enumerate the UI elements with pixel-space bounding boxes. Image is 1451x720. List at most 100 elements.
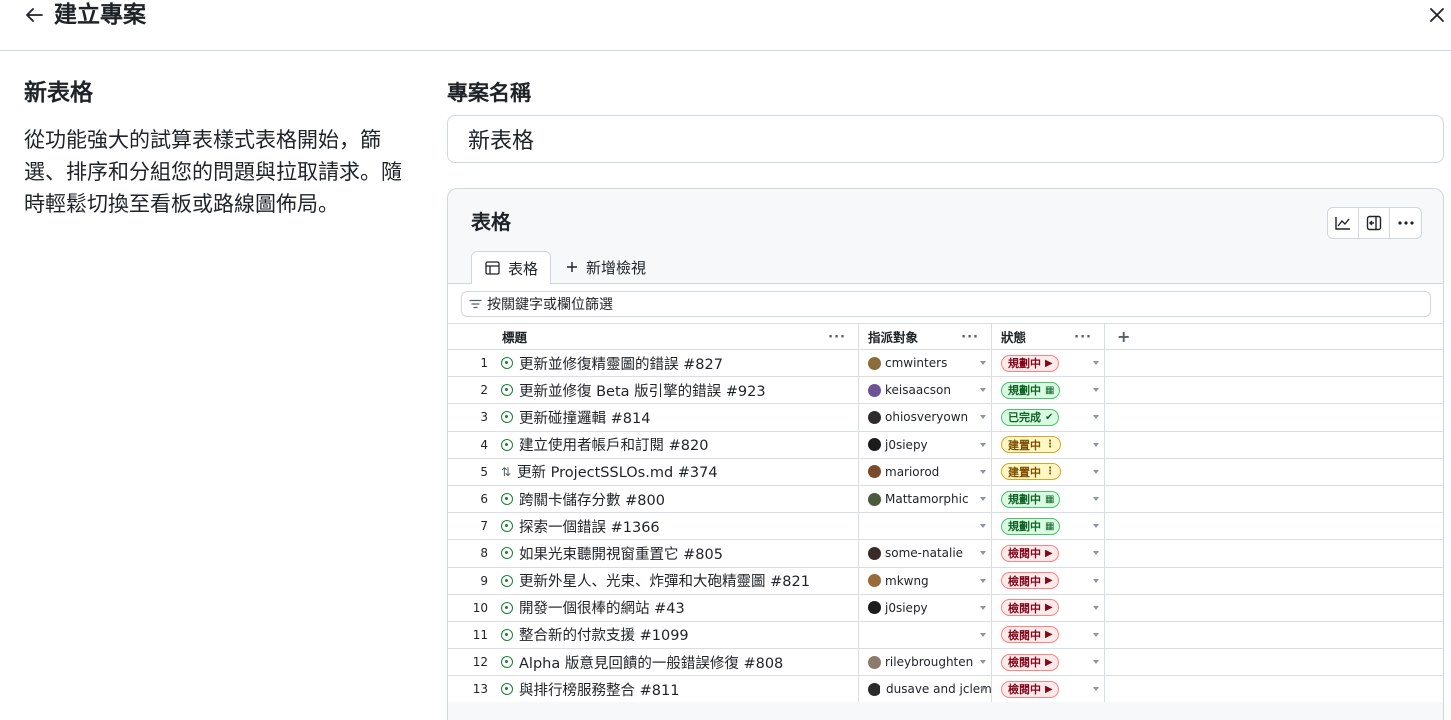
row-assignee-cell[interactable]: cmwinters	[859, 350, 992, 377]
chevron-down-icon[interactable]	[1093, 442, 1099, 447]
table-row[interactable]: 3 更新碰撞邏輯 #814 ohiosveryown 已完成 ✔	[448, 403, 1443, 431]
table-row[interactable]: 9 更新外星人、光束、炸彈和大砲精靈圖 #821 mkwng 檢閱中 ▶	[448, 566, 1443, 594]
chevron-down-icon[interactable]	[1093, 496, 1099, 501]
table-row[interactable]: 4 建立使用者帳戶和訂閱 #820 j0siepy 建置中 ⋮	[448, 430, 1443, 458]
column-title-menu-icon[interactable]: ···	[828, 330, 846, 345]
chevron-down-icon[interactable]	[980, 469, 986, 474]
row-title-cell[interactable]: 更新並修復精靈圖的錯誤 #827	[495, 350, 859, 377]
row-assignee-cell[interactable]: dusave and jclem	[859, 676, 992, 703]
chevron-down-icon[interactable]	[980, 524, 986, 529]
row-assignee-cell[interactable]: mariorod	[859, 458, 992, 485]
chevron-down-icon[interactable]	[1093, 632, 1099, 637]
row-title-cell[interactable]: 整合新的付款支援 #1099	[495, 621, 859, 649]
row-status-cell[interactable]: 檢閱中 ▶	[992, 676, 1105, 703]
row-status-cell[interactable]: 規劃中 ▦	[992, 377, 1105, 404]
avatar	[868, 546, 881, 560]
row-title-cell[interactable]: 更新並修復 Beta 版引擎的錯誤 #923	[495, 377, 859, 404]
table-row[interactable]: 5 ⇅ 更新 ProjectSSLOs.md #374 mariorod 建置中 ⋮	[448, 457, 1443, 485]
column-assignee-menu-icon[interactable]: ···	[961, 330, 979, 345]
table-row[interactable]: 6 跨關卡儲存分數 #800 Mattamorphic 規劃中 ▦	[448, 484, 1443, 513]
filter-input[interactable]: 按關鍵字或欄位篩選	[461, 291, 1431, 317]
chevron-down-icon[interactable]	[1093, 687, 1099, 692]
close-button[interactable]	[1426, 4, 1448, 26]
chevron-down-icon[interactable]	[980, 605, 986, 610]
chevron-down-icon[interactable]	[980, 415, 986, 420]
table-row[interactable]: 10 開發一個很棒的網站 #43 j0siepy 檢閱中 ▶	[448, 593, 1443, 621]
table-row[interactable]: 1 更新並修復精靈圖的錯誤 #827 cmwinters 規劃中 ▶	[448, 349, 1443, 377]
table-row[interactable]: 8 如果光束聽開視窗重置它 #805 some-natalie 檢閱中 ▶	[448, 539, 1443, 567]
row-title-cell[interactable]: 更新碰撞邏輯 #814	[495, 404, 859, 431]
column-header-assignee[interactable]: 指派對象 ···	[859, 324, 992, 349]
chevron-down-icon[interactable]	[1093, 388, 1099, 393]
tab-table[interactable]: 表格	[471, 251, 551, 284]
row-title-cell[interactable]: Alpha 版意見回饋的一般錯誤修復 #808	[495, 649, 859, 676]
status-label: 檢閱中	[1008, 547, 1041, 561]
row-status-cell[interactable]: 已完成 ✔	[992, 404, 1105, 431]
chevron-down-icon[interactable]	[1093, 469, 1099, 474]
row-title-cell[interactable]: 更新外星人、光束、炸彈和大砲精靈圖 #821	[495, 567, 859, 594]
row-title-cell[interactable]: 探索一個錯誤 #1366	[495, 513, 859, 540]
chevron-down-icon[interactable]	[980, 496, 986, 501]
chevron-down-icon[interactable]	[1093, 578, 1099, 583]
column-header-status[interactable]: 狀態 ···	[992, 324, 1105, 349]
row-title-cell[interactable]: 與排行榜服務整合 #811	[495, 676, 859, 703]
column-status-menu-icon[interactable]: ···	[1074, 330, 1092, 345]
row-status-cell[interactable]: 檢閱中 ▶	[992, 594, 1105, 621]
row-assignee-cell[interactable]: some-natalie	[859, 540, 992, 567]
row-status-cell[interactable]: 檢閱中 ▶	[992, 567, 1105, 594]
chevron-down-icon[interactable]	[980, 551, 986, 556]
table-row[interactable]: 13 與排行榜服務整合 #811 dusave and jclem 檢閱中 ▶	[448, 675, 1443, 703]
tab-new-view[interactable]: 新增檢視	[566, 251, 646, 283]
chevron-down-icon[interactable]	[980, 632, 986, 637]
column-header-title[interactable]: 標題 ···	[495, 324, 859, 349]
row-status-cell[interactable]: 規劃中 ▦	[992, 513, 1105, 540]
row-assignee-cell[interactable]: j0siepy	[859, 431, 992, 458]
more-options-button[interactable]	[1390, 208, 1421, 238]
chevron-down-icon[interactable]	[980, 361, 986, 365]
chevron-down-icon[interactable]	[980, 660, 986, 665]
row-title-cell[interactable]: 如果光束聽開視窗重置它 #805	[495, 540, 859, 567]
row-title-cell[interactable]: 建立使用者帳戶和訂閱 #820	[495, 431, 859, 458]
chevron-down-icon[interactable]	[1093, 605, 1099, 610]
insights-button[interactable]	[1328, 208, 1359, 238]
row-assignee-cell[interactable]: Mattamorphic	[859, 485, 992, 513]
status-badge: 檢閱中 ▶	[1001, 599, 1059, 617]
chevron-down-icon[interactable]	[980, 578, 986, 583]
chevron-down-icon[interactable]	[1093, 551, 1099, 556]
chevron-down-icon[interactable]	[1093, 415, 1099, 420]
row-assignee-cell[interactable]: ohiosveryown	[859, 404, 992, 431]
table-row[interactable]: 7 探索一個錯誤 #1366 規劃中 ▦	[448, 512, 1443, 540]
row-assignee-cell[interactable]	[859, 621, 992, 649]
chevron-down-icon[interactable]	[1093, 361, 1099, 365]
row-status-cell[interactable]: 建置中 ⋮	[992, 458, 1105, 485]
row-status-cell[interactable]: 規劃中 ▦	[992, 485, 1105, 513]
row-status-cell[interactable]: 規劃中 ▶	[992, 350, 1105, 377]
chevron-down-icon[interactable]	[980, 388, 986, 393]
row-title-cell[interactable]: 跨關卡儲存分數 #800	[495, 485, 859, 513]
row-title-cell[interactable]: 開發一個很棒的網站 #43	[495, 594, 859, 621]
row-status-cell[interactable]: 檢閱中 ▶	[992, 649, 1105, 676]
row-assignee-cell[interactable]: keisaacson	[859, 377, 992, 404]
row-status-cell[interactable]: 建置中 ⋮	[992, 431, 1105, 458]
table-row[interactable]: 12 Alpha 版意見回饋的一般錯誤修復 #808 rileybroughten 檢…	[448, 648, 1443, 676]
project-name-input[interactable]	[447, 115, 1444, 163]
chevron-down-icon[interactable]	[1093, 524, 1099, 529]
add-column-button[interactable]: +	[1105, 324, 1155, 349]
side-panel-button[interactable]	[1359, 208, 1390, 238]
row-assignee-cell[interactable]	[859, 513, 992, 540]
chevron-down-icon[interactable]	[1093, 660, 1099, 665]
row-status-cell[interactable]: 檢閱中 ▶	[992, 540, 1105, 567]
row-assignee-cell[interactable]: j0siepy	[859, 594, 992, 621]
table-row[interactable]: 11 整合新的付款支援 #1099 檢閱中 ▶	[448, 620, 1443, 649]
chevron-down-icon[interactable]	[980, 687, 986, 692]
row-assignee-cell[interactable]: rileybroughten	[859, 649, 992, 676]
row-title-cell[interactable]: ⇅ 更新 ProjectSSLOs.md #374	[495, 458, 859, 485]
calendar-icon: ▦	[1045, 384, 1055, 396]
back-button[interactable]	[22, 3, 46, 27]
row-assignee-cell[interactable]: mkwng	[859, 567, 992, 594]
chevron-down-icon[interactable]	[980, 442, 986, 447]
status-badge: 規劃中 ▦	[1001, 517, 1061, 535]
table-row[interactable]: 2 更新並修復 Beta 版引擎的錯誤 #923 keisaacson 規劃中 ▦	[448, 376, 1443, 404]
close-icon	[1430, 8, 1444, 22]
row-status-cell[interactable]: 檢閱中 ▶	[992, 621, 1105, 649]
